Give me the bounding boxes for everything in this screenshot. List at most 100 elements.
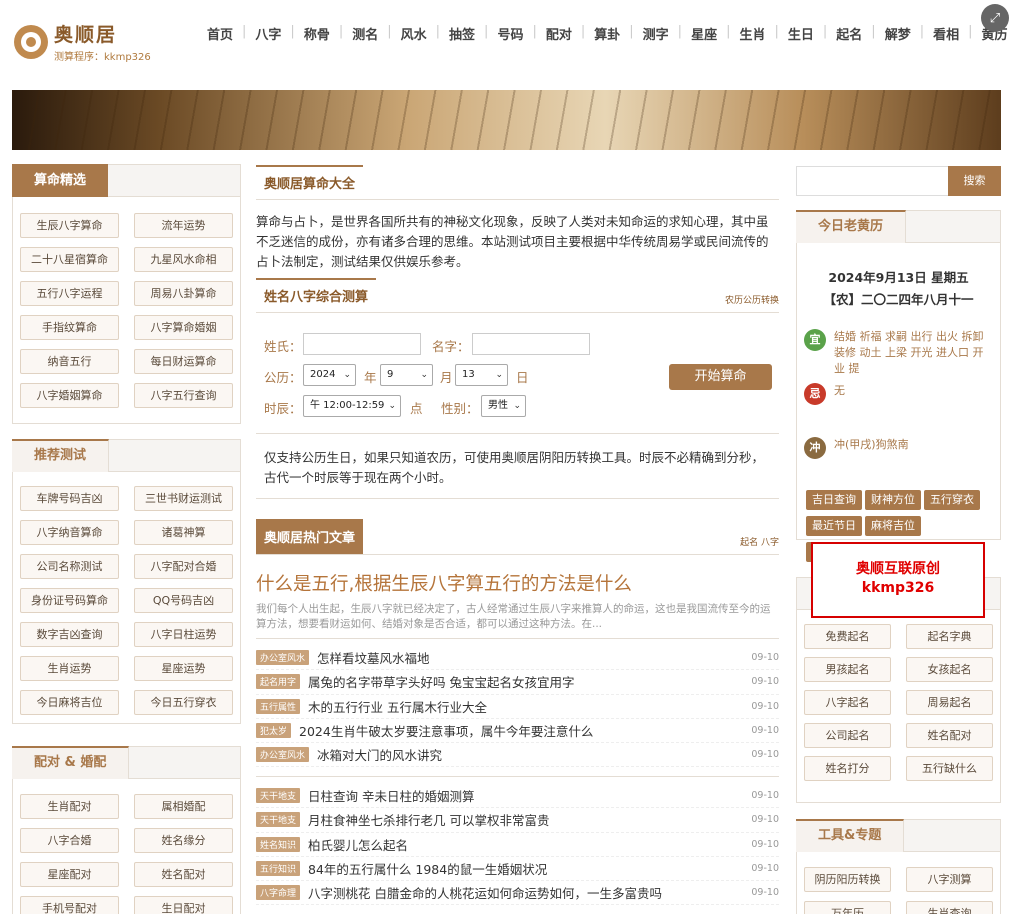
article-title[interactable]: 冰箱对大门的风水讲究 xyxy=(317,745,749,764)
almanac-button[interactable]: 五行穿衣 xyxy=(924,490,980,510)
link-button[interactable]: 八字纳音算命 xyxy=(20,520,119,545)
article-row[interactable]: 办公室风水 冰箱对大门的风水讲究 09-10 xyxy=(256,743,779,768)
link-button[interactable]: 姓名缘分 xyxy=(134,828,233,853)
nav-item[interactable]: 测名 xyxy=(343,24,387,43)
link-button[interactable]: 每日财运算命 xyxy=(134,349,233,374)
link-button[interactable]: 阴历阳历转换 xyxy=(804,867,891,892)
nav-item[interactable]: 八字 xyxy=(246,24,290,43)
link-button[interactable]: 八字测算 xyxy=(906,867,993,892)
link-button[interactable]: 公司名称测试 xyxy=(20,554,119,579)
link-button[interactable]: 属相婚配 xyxy=(134,794,233,819)
link-button[interactable]: 手指纹算命 xyxy=(20,315,119,340)
name-input[interactable] xyxy=(472,333,590,355)
link-button[interactable]: 今日五行穿衣 xyxy=(134,690,233,715)
link-button[interactable]: 五行八字运程 xyxy=(20,281,119,306)
nav-item[interactable]: 配对 xyxy=(537,24,581,43)
article-tag[interactable]: 天干地支 xyxy=(256,812,301,828)
start-fortune-button[interactable]: 开始算命 xyxy=(669,364,772,390)
link-button[interactable]: 周易起名 xyxy=(906,690,993,715)
link-button[interactable]: 生辰八字算命 xyxy=(20,213,119,238)
gender-select[interactable]: 男性 ⌄ xyxy=(481,395,526,417)
search-input[interactable] xyxy=(796,166,948,196)
link-button[interactable]: 八字五行查询 xyxy=(134,383,233,408)
article-tag[interactable]: 办公室风水 xyxy=(256,747,310,763)
link-button[interactable]: 车牌号码吉凶 xyxy=(20,486,119,511)
link-button[interactable]: 九星风水命相 xyxy=(134,247,233,272)
link-button[interactable]: 纳音五行 xyxy=(20,349,119,374)
link-button[interactable]: 八字日柱运势 xyxy=(134,622,233,647)
article-title[interactable]: 日柱查询 辛未日柱的婚姻测算 xyxy=(308,786,749,805)
article-tag[interactable]: 犯太岁 xyxy=(256,723,292,739)
year-select[interactable]: 2024 ⌄ xyxy=(303,364,356,386)
nav-item[interactable]: 生肖 xyxy=(730,24,774,43)
link-button[interactable]: 八字婚姻算命 xyxy=(20,383,119,408)
articles-links[interactable]: 起名 八字 xyxy=(740,535,779,548)
nav-item[interactable]: 风水 xyxy=(392,24,436,43)
nav-item[interactable]: 算卦 xyxy=(585,24,629,43)
link-button[interactable]: 万年历 xyxy=(804,901,891,914)
article-title[interactable]: 2024生肖牛破太岁要注意事项，属牛今年要注意什么 xyxy=(299,721,749,740)
article-title[interactable]: 月柱食神坐七杀排行老几 可以掌权非常富贵 xyxy=(308,810,749,829)
expand-icon[interactable]: ⤢ xyxy=(981,4,1009,32)
article-title[interactable]: 属兔的名字带草字头好吗 兔宝宝起名女孩宜用字 xyxy=(308,672,749,691)
nav-item[interactable]: 生日 xyxy=(779,24,823,43)
article-row[interactable]: 五行知识 84年的五行属什么 1984的鼠一生婚姻状况 09-10 xyxy=(256,857,779,882)
nav-item[interactable]: 首页 xyxy=(207,24,242,43)
link-button[interactable]: 姓名配对 xyxy=(134,862,233,887)
article-tag[interactable]: 办公室风水 xyxy=(256,650,310,666)
article-row[interactable]: 天干地支 日柱查询 辛未日柱的婚姻测算 09-10 xyxy=(256,784,779,809)
featured-article-title[interactable]: 什么是五行,根据生辰八字算五行的方法是什么 xyxy=(256,570,632,596)
article-row[interactable]: 八字命理 八字测桃花 白腊金命的人桃花运如何命运势如何，一生多富贵吗 09-10 xyxy=(256,881,779,906)
nav-item[interactable]: 称骨 xyxy=(295,24,339,43)
almanac-button[interactable]: 吉日查询 xyxy=(806,490,862,510)
article-row[interactable]: 犯太岁 2024生肖牛破太岁要注意事项，属牛今年要注意什么 09-10 xyxy=(256,719,779,744)
link-button[interactable]: 星座运势 xyxy=(134,656,233,681)
article-title[interactable]: 84年的五行属什么 1984的鼠一生婚姻状况 xyxy=(308,859,749,878)
link-button[interactable]: 姓名打分 xyxy=(804,756,891,781)
article-tag[interactable]: 天干地支 xyxy=(256,788,301,804)
link-button[interactable]: 女孩起名 xyxy=(906,657,993,682)
article-row[interactable]: 天干地支 月柱食神坐七杀排行老几 可以掌权非常富贵 09-10 xyxy=(256,808,779,833)
article-tag[interactable]: 姓名知识 xyxy=(256,836,301,852)
nav-item[interactable]: 抽签 xyxy=(440,24,484,43)
link-button[interactable]: 生肖运势 xyxy=(20,656,119,681)
nav-item[interactable]: 星座 xyxy=(682,24,726,43)
link-button[interactable]: 生肖查询 xyxy=(906,901,993,914)
link-button[interactable]: 八字配对合婚 xyxy=(134,554,233,579)
article-tag[interactable]: 五行属性 xyxy=(256,698,301,714)
article-title[interactable]: 木的五行行业 五行属木行业大全 xyxy=(308,697,749,716)
search-button[interactable]: 搜索 xyxy=(948,166,1001,196)
link-button[interactable]: QQ号码吉凶 xyxy=(134,588,233,613)
article-row[interactable]: 起名用字 属兔的名字带草字头好吗 兔宝宝起名女孩宜用字 09-10 xyxy=(256,670,779,695)
nav-item[interactable]: 起名 xyxy=(827,24,871,43)
nav-item[interactable]: 看相 xyxy=(924,24,968,43)
link-button[interactable]: 三世书财运测试 xyxy=(134,486,233,511)
nav-item[interactable]: 解梦 xyxy=(876,24,920,43)
link-button[interactable]: 起名字典 xyxy=(906,624,993,649)
link-button[interactable]: 生日配对 xyxy=(134,896,233,914)
nav-item[interactable]: 号码 xyxy=(488,24,532,43)
surname-input[interactable] xyxy=(303,333,421,355)
article-row[interactable]: 五行属性 木的五行行业 五行属木行业大全 09-10 xyxy=(256,695,779,719)
article-tag[interactable]: 八字命理 xyxy=(256,885,301,901)
article-tag[interactable]: 五行知识 xyxy=(256,861,301,877)
nav-item[interactable]: 测字 xyxy=(634,24,678,43)
almanac-button[interactable]: 麻将吉位 xyxy=(865,516,921,536)
link-button[interactable]: 数字吉凶查询 xyxy=(20,622,119,647)
site-logo[interactable]: 奥顺居 测算程序：kkmp326 xyxy=(14,20,151,63)
article-title[interactable]: 怎样看坟墓风水福地 xyxy=(317,648,749,667)
article-row[interactable]: 办公室风水 怎样看坟墓风水福地 09-10 xyxy=(256,646,779,671)
link-button[interactable]: 姓名配对 xyxy=(906,723,993,748)
day-select[interactable]: 13 ⌄ xyxy=(455,364,508,386)
link-button[interactable]: 二十八星宿算命 xyxy=(20,247,119,272)
link-button[interactable]: 男孩起名 xyxy=(804,657,891,682)
link-button[interactable]: 今日麻将吉位 xyxy=(20,690,119,715)
lunar-convert-link[interactable]: 农历公历转换 xyxy=(725,293,779,306)
article-title[interactable]: 八字测桃花 白腊金命的人桃花运如何命运势如何，一生多富贵吗 xyxy=(308,883,749,902)
link-button[interactable]: 八字算命婚姻 xyxy=(134,315,233,340)
link-button[interactable]: 公司起名 xyxy=(804,723,891,748)
article-tag[interactable]: 起名用字 xyxy=(256,674,301,690)
link-button[interactable]: 星座配对 xyxy=(20,862,119,887)
link-button[interactable]: 生肖配对 xyxy=(20,794,119,819)
link-button[interactable]: 八字起名 xyxy=(804,690,891,715)
